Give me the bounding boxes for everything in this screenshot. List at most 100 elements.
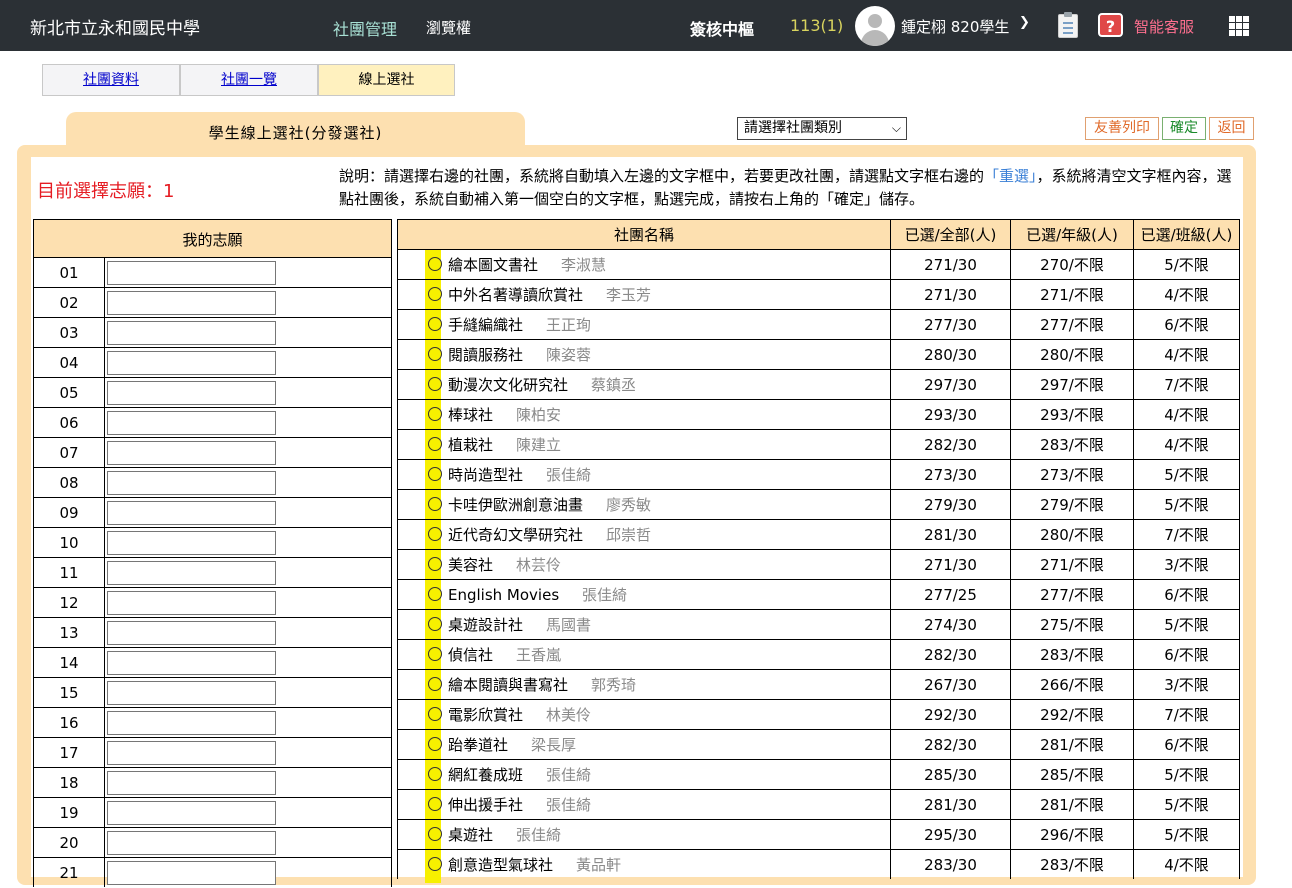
smart-service-link[interactable]: 智能客服 xyxy=(1134,16,1194,37)
club-row[interactable]: 創意造型氣球社 黃品軒 283/30 283/不限 4/不限 xyxy=(397,849,1240,879)
wish-input[interactable] xyxy=(107,561,276,585)
club-radio[interactable] xyxy=(428,557,442,571)
wish-input[interactable] xyxy=(107,411,276,435)
club-row[interactable]: 時尚造型社 張佳綺 273/30 273/不限 5/不限 xyxy=(397,459,1240,489)
club-name[interactable]: 植栽社 xyxy=(448,430,493,460)
school-name[interactable]: 新北市立永和國民中學 xyxy=(30,14,200,39)
print-button[interactable]: 友善列印 xyxy=(1085,117,1159,140)
chevron-down-icon[interactable]: ❯ xyxy=(1019,15,1030,30)
club-radio[interactable] xyxy=(428,257,442,271)
wish-input[interactable] xyxy=(107,801,276,825)
club-name[interactable]: 棒球社 xyxy=(448,400,493,430)
club-name[interactable]: 跆拳道社 xyxy=(448,730,508,760)
user-name[interactable]: 鍾定栩 820學生 xyxy=(901,16,1009,37)
club-name[interactable]: 中外名著導讀欣賞社 xyxy=(448,280,583,310)
wish-input[interactable] xyxy=(107,471,276,495)
wish-input[interactable] xyxy=(107,741,276,765)
club-name[interactable]: 桌遊設計社 xyxy=(448,610,523,640)
club-row[interactable]: 偵信社 王香嵐 282/30 283/不限 6/不限 xyxy=(397,639,1240,669)
club-radio[interactable] xyxy=(428,317,442,331)
apps-grid-icon[interactable] xyxy=(1229,16,1250,37)
club-radio[interactable] xyxy=(428,467,442,481)
club-radio[interactable] xyxy=(428,647,442,661)
club-radio[interactable] xyxy=(428,347,442,361)
tab-club-list[interactable]: 社團一覽 xyxy=(180,64,318,96)
club-radio[interactable] xyxy=(428,767,442,781)
club-row[interactable]: 桌遊社 張佳綺 295/30 296/不限 5/不限 xyxy=(397,819,1240,849)
club-row[interactable]: 伸出援手社 張佳綺 281/30 281/不限 5/不限 xyxy=(397,789,1240,819)
confirm-button[interactable]: 確定 xyxy=(1162,117,1206,140)
clipboard-icon[interactable] xyxy=(1058,12,1078,38)
club-radio[interactable] xyxy=(428,797,442,811)
tab-club-info[interactable]: 社團資料 xyxy=(42,64,180,96)
club-radio[interactable] xyxy=(428,407,442,421)
club-name[interactable]: 網紅養成班 xyxy=(448,760,523,790)
club-row[interactable]: 植栽社 陳建立 282/30 283/不限 4/不限 xyxy=(397,429,1240,459)
club-row[interactable]: 閱讀服務社 陳姿蓉 280/30 280/不限 4/不限 xyxy=(397,339,1240,369)
wish-input[interactable] xyxy=(107,591,276,615)
club-row[interactable]: 卡哇伊歐洲創意油畫 廖秀敏 279/30 279/不限 5/不限 xyxy=(397,489,1240,519)
wish-input[interactable] xyxy=(107,711,276,735)
club-name[interactable]: English Movies xyxy=(448,580,559,610)
club-name[interactable]: 手縫編織社 xyxy=(448,310,523,340)
club-name[interactable]: 電影欣賞社 xyxy=(448,700,523,730)
club-name[interactable]: 偵信社 xyxy=(448,640,493,670)
club-name[interactable]: 創意造型氣球社 xyxy=(448,850,553,880)
club-row[interactable]: 繪本閱讀與書寫社 郭秀琦 267/30 266/不限 3/不限 xyxy=(397,669,1240,699)
club-name[interactable]: 動漫次文化研究社 xyxy=(448,370,568,400)
wish-input[interactable] xyxy=(107,381,276,405)
wish-input[interactable] xyxy=(107,261,276,285)
club-radio[interactable] xyxy=(428,287,442,301)
tab-online-selection[interactable]: 線上選社 xyxy=(318,64,455,96)
nav-club-admin[interactable]: 社團管理 xyxy=(333,16,397,40)
wish-input[interactable] xyxy=(107,321,276,345)
club-row[interactable]: 近代奇幻文學研究社 邱崇哲 281/30 280/不限 7/不限 xyxy=(397,519,1240,549)
wish-input[interactable] xyxy=(107,681,276,705)
wish-input[interactable] xyxy=(107,831,276,855)
club-radio[interactable] xyxy=(428,527,442,541)
club-name[interactable]: 閱讀服務社 xyxy=(448,340,523,370)
wish-input[interactable] xyxy=(107,291,276,315)
club-radio[interactable] xyxy=(428,737,442,751)
wish-input[interactable] xyxy=(107,531,276,555)
term-indicator[interactable]: 113(1) xyxy=(790,16,843,35)
club-radio[interactable] xyxy=(428,587,442,601)
club-name[interactable]: 美容社 xyxy=(448,550,493,580)
category-select[interactable]: 請選擇社團類別 ⌵ xyxy=(737,117,907,140)
wish-input[interactable] xyxy=(107,351,276,375)
club-name[interactable]: 桌遊社 xyxy=(448,820,493,850)
club-row[interactable]: 電影欣賞社 林美伶 292/30 292/不限 7/不限 xyxy=(397,699,1240,729)
club-row[interactable]: 繪本圖文書社 李淑慧 271/30 270/不限 5/不限 xyxy=(397,249,1240,279)
nav-approval-hub[interactable]: 簽核中樞 xyxy=(690,16,754,40)
club-row[interactable]: 桌遊設計社 馬國書 274/30 275/不限 5/不限 xyxy=(397,609,1240,639)
club-name[interactable]: 繪本圖文書社 xyxy=(448,250,538,280)
back-button[interactable]: 返回 xyxy=(1209,117,1254,140)
wish-input[interactable] xyxy=(107,441,276,465)
club-name[interactable]: 伸出援手社 xyxy=(448,790,523,820)
wish-input[interactable] xyxy=(107,771,276,795)
wish-input[interactable] xyxy=(107,651,276,675)
club-row[interactable]: 跆拳道社 梁長厚 282/30 281/不限 6/不限 xyxy=(397,729,1240,759)
club-name[interactable]: 卡哇伊歐洲創意油畫 xyxy=(448,490,583,520)
club-radio[interactable] xyxy=(428,677,442,691)
avatar[interactable] xyxy=(855,6,895,46)
club-radio[interactable] xyxy=(428,617,442,631)
club-radio[interactable] xyxy=(428,827,442,841)
club-radio[interactable] xyxy=(428,707,442,721)
nav-browse[interactable]: 瀏覽權 xyxy=(426,17,471,38)
club-row[interactable]: 網紅養成班 張佳綺 285/30 285/不限 5/不限 xyxy=(397,759,1240,789)
club-radio[interactable] xyxy=(428,437,442,451)
club-radio[interactable] xyxy=(428,857,442,871)
club-name[interactable]: 繪本閱讀與書寫社 xyxy=(448,670,568,700)
club-row[interactable]: 中外名著導讀欣賞社 李玉芳 271/30 271/不限 4/不限 xyxy=(397,279,1240,309)
wish-input[interactable] xyxy=(107,621,276,645)
wish-input[interactable] xyxy=(107,861,276,885)
club-name[interactable]: 近代奇幻文學研究社 xyxy=(448,520,583,550)
help-icon[interactable]: ? xyxy=(1098,13,1123,37)
club-row[interactable]: 美容社 林芸伶 271/30 271/不限 3/不限 xyxy=(397,549,1240,579)
club-row[interactable]: 動漫次文化研究社 蔡鎮丞 297/30 297/不限 7/不限 xyxy=(397,369,1240,399)
club-row[interactable]: English Movies 張佳綺 277/25 277/不限 6/不限 xyxy=(397,579,1240,609)
club-radio[interactable] xyxy=(428,497,442,511)
wish-input[interactable] xyxy=(107,501,276,525)
club-name[interactable]: 時尚造型社 xyxy=(448,460,523,490)
